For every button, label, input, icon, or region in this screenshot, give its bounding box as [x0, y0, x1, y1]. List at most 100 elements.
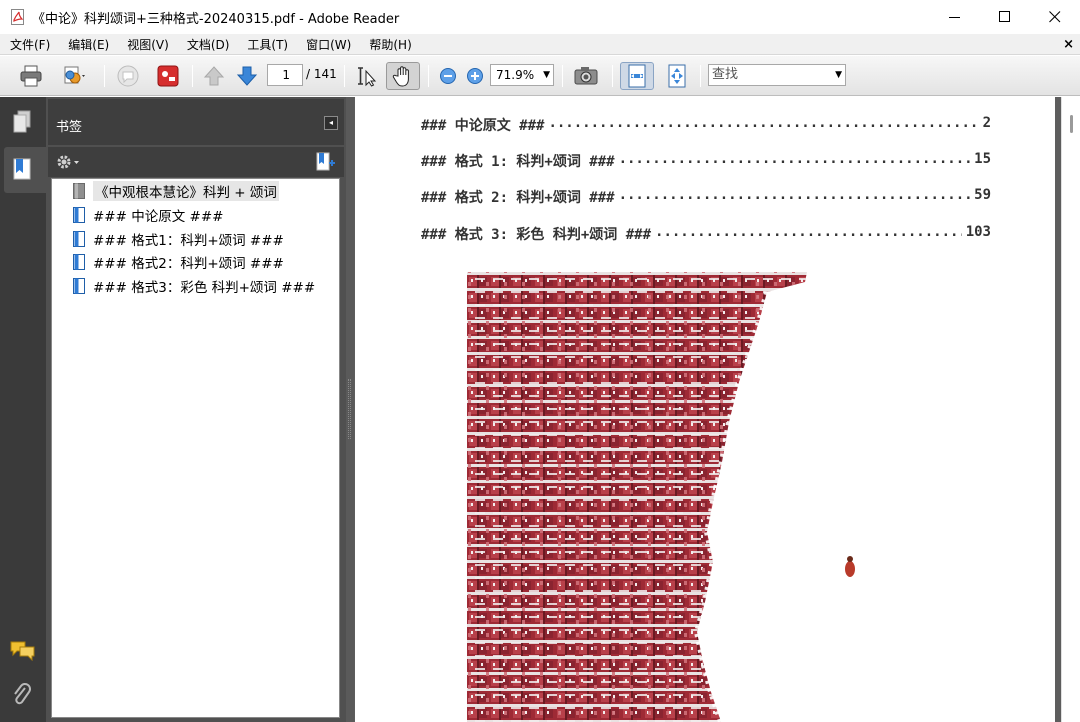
- comment-button[interactable]: [112, 62, 144, 90]
- page-number-input[interactable]: 1: [267, 64, 303, 86]
- toc-page: 103: [965, 224, 991, 240]
- collapse-pane-button[interactable]: ◂: [324, 116, 338, 130]
- fit-page-width-icon: [628, 64, 646, 88]
- toc-page: 2: [982, 115, 991, 131]
- gear-icon: [57, 155, 79, 169]
- fit-page-button[interactable]: [663, 62, 691, 90]
- bookmark-item[interactable]: ### 格式1：科判+颂词 ###: [52, 228, 339, 250]
- printer-icon: [20, 65, 42, 87]
- bookmark-gray-icon: [73, 183, 85, 199]
- text-select-icon: [358, 67, 377, 87]
- zoom-out-button[interactable]: [436, 62, 460, 90]
- maximize-icon: [999, 11, 1010, 22]
- toc-title: ### 格式 2: 科判+颂词 ###: [421, 190, 615, 206]
- page-total: / 141: [306, 67, 337, 81]
- bookmark-label: 《中观根本慧论》科判 + 颂词: [93, 181, 279, 201]
- bookmark-item[interactable]: ### 格式3：彩色 科判+颂词 ###: [52, 275, 339, 297]
- comments-icon: [10, 641, 35, 662]
- vertical-scrollbar[interactable]: [1061, 97, 1080, 722]
- bookmark-item[interactable]: ### 格式2：科判+颂词 ###: [52, 251, 339, 273]
- navigation-strip: [0, 97, 46, 722]
- bookmark-item[interactable]: 《中观根本慧论》科判 + 颂词: [52, 180, 339, 202]
- toc-page: 15: [974, 151, 991, 167]
- comment-disabled-icon: [117, 65, 139, 87]
- window-title: 《中论》科判颂词+三种格式-20240315.pdf - Adobe Reade…: [32, 11, 400, 27]
- toc-title: ### 格式 1: 科判+颂词 ###: [421, 154, 615, 170]
- bookmarks-pane: 书签 ◂ 《中观根本慧论》科判 + 颂词 ### 中论原文 ### ### 格式…: [46, 97, 346, 722]
- bookmarks-panel-button[interactable]: [4, 147, 46, 193]
- pages-icon: [13, 110, 31, 133]
- menu-edit[interactable]: 编辑(E): [59, 36, 118, 53]
- toc-title: ### 格式 3: 彩色 科判+颂词 ###: [421, 227, 652, 243]
- menu-file[interactable]: 文件(F): [0, 36, 59, 53]
- title-bar: 《中论》科判颂词+三种格式-20240315.pdf - Adobe Reade…: [0, 0, 1080, 34]
- close-document-button[interactable]: ×: [1063, 37, 1074, 52]
- bookmark-icon: [13, 158, 31, 180]
- toc-entry[interactable]: ### 中论原文 ### ...........................…: [421, 115, 991, 135]
- share-review-icon: [64, 66, 85, 84]
- new-bookmark-button[interactable]: [312, 151, 338, 173]
- hand-icon: [392, 66, 409, 87]
- chevron-down-icon: ▼: [543, 70, 550, 80]
- bookmark-icon: [73, 254, 85, 270]
- bookmark-label: ### 格式2：科判+颂词 ###: [93, 256, 284, 272]
- pages-panel-button[interactable]: [9, 109, 35, 135]
- bookmarks-title: 书签: [56, 120, 83, 135]
- hand-tool-button[interactable]: [386, 62, 420, 90]
- menu-bar: 文件(F) 编辑(E) 视图(V) 文档(D) 工具(T) 窗口(W) 帮助(H…: [0, 34, 1080, 55]
- snapshot-button[interactable]: [570, 62, 602, 90]
- zoom-in-icon: [467, 68, 483, 84]
- bookmark-icon: [73, 278, 85, 294]
- options-menu-button[interactable]: [54, 151, 84, 173]
- paperclip-icon: [14, 683, 31, 705]
- toc-entry[interactable]: ### 格式 1: 科判+颂词 ### ....................…: [421, 151, 991, 171]
- toc-entry[interactable]: ### 格式 3: 彩色 科判+颂词 ### .................…: [421, 224, 991, 244]
- zoom-level-select[interactable]: 71.9% ▼: [490, 64, 554, 86]
- toc-leader: ........................................…: [618, 187, 971, 203]
- arrow-down-icon: [236, 66, 258, 86]
- pdf-page: ### 中论原文 ### ...........................…: [355, 97, 1055, 722]
- next-page-button[interactable]: [233, 62, 261, 90]
- scrollbar-thumb[interactable]: [1070, 115, 1073, 133]
- bookmarks-header: 书签 ◂: [48, 99, 344, 145]
- menu-document[interactable]: 文档(D): [178, 36, 239, 53]
- previous-page-button[interactable]: [200, 62, 228, 90]
- arrow-up-icon: [203, 66, 225, 86]
- document-view[interactable]: ### 中论原文 ### ...........................…: [354, 97, 1080, 722]
- close-icon: [1049, 11, 1061, 23]
- menu-tools[interactable]: 工具(T): [238, 36, 297, 53]
- pdf-file-icon: [11, 9, 24, 25]
- red-tool-icon: [157, 65, 179, 87]
- menu-help[interactable]: 帮助(H): [360, 36, 420, 53]
- fit-width-button[interactable]: [620, 62, 654, 90]
- zoom-level-value: 71.9%: [496, 68, 535, 82]
- print-button[interactable]: [16, 62, 46, 90]
- close-window-button[interactable]: [1030, 0, 1080, 34]
- toc-leader: ........................................…: [548, 115, 979, 131]
- collaborate-button[interactable]: [54, 62, 96, 90]
- red-houses-illustration: [467, 272, 855, 722]
- toc-leader: ........................................…: [655, 224, 962, 240]
- comments-panel-button[interactable]: [9, 639, 37, 665]
- toc-title: ### 中论原文 ###: [421, 118, 545, 134]
- zoom-in-button[interactable]: [463, 62, 487, 90]
- minimize-icon: [949, 17, 960, 18]
- find-input[interactable]: 查找 ▼: [708, 64, 846, 86]
- zoom-out-icon: [440, 68, 456, 84]
- bookmark-list: 《中观根本慧论》科判 + 颂词 ### 中论原文 ### ### 格式1：科判+…: [51, 178, 340, 718]
- pane-splitter[interactable]: [346, 97, 354, 722]
- fit-full-page-icon: [668, 64, 686, 88]
- recorder-button[interactable]: [154, 62, 182, 90]
- toc-page: 59: [974, 187, 991, 203]
- toc-entry[interactable]: ### 格式 2: 科判+颂词 ### ....................…: [421, 187, 991, 207]
- toc-leader: ........................................…: [618, 151, 971, 167]
- attachments-panel-button[interactable]: [11, 682, 35, 710]
- select-tool-button[interactable]: [352, 62, 380, 90]
- menu-view[interactable]: 视图(V): [118, 36, 178, 53]
- minimize-button[interactable]: [930, 0, 980, 34]
- chevron-down-icon: ▼: [835, 70, 842, 80]
- bookmark-icon: [73, 207, 85, 223]
- maximize-button[interactable]: [980, 0, 1030, 34]
- menu-window[interactable]: 窗口(W): [297, 36, 360, 53]
- bookmark-item[interactable]: ### 中论原文 ###: [52, 204, 339, 226]
